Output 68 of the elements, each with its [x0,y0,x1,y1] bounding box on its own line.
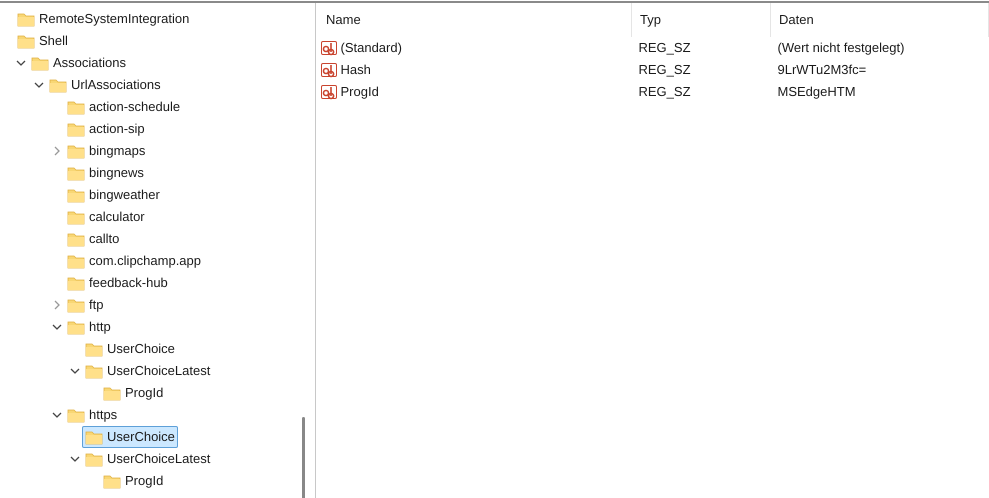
collapse-chevron-icon[interactable] [16,59,26,67]
tree-item[interactable]: UserChoice [82,338,178,360]
collapse-chevron-icon[interactable] [34,81,44,89]
folder-icon [85,342,103,356]
folder-icon [67,298,85,312]
folder-icon [17,12,35,26]
tree-item[interactable]: ProgId [100,470,166,492]
value-type: REG_SZ [638,84,691,100]
folder-icon [67,232,85,246]
folder-icon [85,452,103,466]
tree-item[interactable]: bingnews [64,162,147,184]
folder-icon [85,364,103,378]
tree-item[interactable]: UrlAssociations [46,74,164,96]
folder-icon [67,276,85,290]
tree-item[interactable]: bingmaps [64,140,148,162]
tree-item[interactable]: ftp [64,294,106,316]
tree-item[interactable]: action-schedule [64,96,184,118]
tree-item[interactable]: Associations [28,52,129,74]
column-header[interactable]: Name [326,10,361,30]
expand-chevron-icon[interactable] [53,146,61,156]
folder-icon [103,386,121,400]
folder-icon [67,210,85,224]
value-data: (Wert nicht festgelegt) [778,40,904,56]
folder-icon [67,166,85,180]
folder-icon [17,34,35,48]
tree-item[interactable]: RemoteSystemIntegration [14,8,192,30]
value-type: REG_SZ [638,62,691,78]
tree-item[interactable]: https [64,404,120,426]
tree-item[interactable]: UserChoiceLatest [82,448,214,470]
tree-item[interactable]: com.clipchamp.app [64,250,204,272]
tree-item[interactable]: callto [64,228,122,250]
folder-icon [67,408,85,422]
collapse-chevron-icon[interactable] [70,455,80,463]
tree-item[interactable]: calculator [64,206,148,228]
collapse-chevron-icon[interactable] [52,323,62,331]
value-data: MSEdgeHTM [778,84,856,100]
string-value-icon [321,40,338,56]
value-name[interactable]: Hash [340,60,371,80]
collapse-chevron-icon[interactable] [70,367,80,375]
value-name[interactable]: (Standard) [340,38,402,58]
folder-icon [67,320,85,334]
tree-item[interactable]: feedback-hub [64,272,171,294]
expand-chevron-icon[interactable] [53,300,61,310]
folder-icon [103,474,121,488]
value-type: REG_SZ [638,40,691,56]
folder-icon [85,430,103,444]
tree-item[interactable]: action-sip [64,118,148,140]
column-header[interactable]: Typ [640,10,661,30]
collapse-chevron-icon[interactable] [52,411,62,419]
tree-item[interactable]: ProgId [100,382,166,404]
string-value-icon [321,62,338,78]
string-value-icon [321,84,338,100]
tree-item[interactable]: http [64,316,114,338]
tree-item[interactable]: UserChoiceLatest [82,360,214,382]
folder-icon [67,100,85,114]
value-data: 9LrWTu2M3fc= [778,62,866,78]
folder-icon [67,144,85,158]
folder-icon [67,188,85,202]
tree-item[interactable]: Shell [14,30,71,52]
folder-icon [67,122,85,136]
column-header[interactable]: Daten [779,10,814,30]
scrollbar-thumb[interactable] [302,417,305,498]
folder-icon [67,254,85,268]
value-name[interactable]: ProgId [340,82,379,102]
folder-icon [49,78,67,92]
tree-item[interactable]: bingweather [64,184,163,206]
tree-item[interactable]: UserChoice [82,426,178,448]
folder-icon [31,56,49,70]
